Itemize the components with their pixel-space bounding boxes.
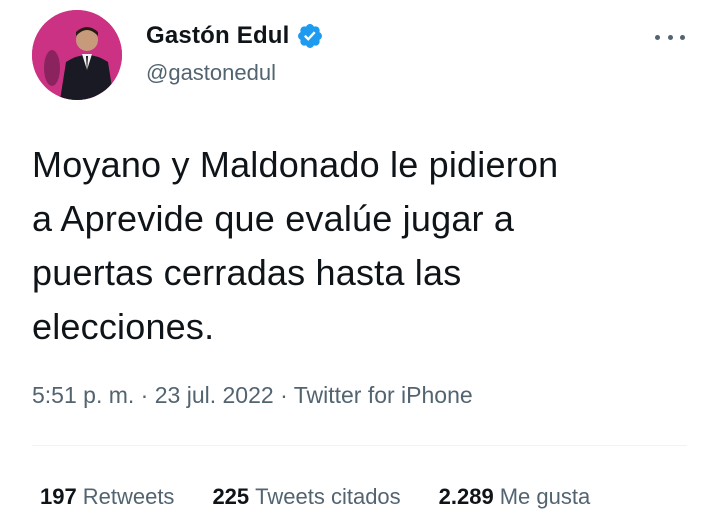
tweet-text: Moyano y Maldonado le pidieron a Aprevid… [32,144,559,347]
meta-separator: · [140,382,155,408]
tweet-meta: 5:51 p. m. · 23 jul. 2022 · Twitter for … [32,382,473,409]
tweet-card: Gastón Edul @gastonedul Moyano y Maldona… [0,0,719,530]
dot [655,34,660,40]
likes-stat[interactable]: 2.289 Me gusta [439,484,591,510]
likes-label: Me gusta [499,484,591,509]
dot [667,34,673,40]
retweets-stat[interactable]: 197 Retweets [40,484,174,510]
retweets-count: 197 [40,484,77,509]
divider [32,445,687,446]
quotes-count: 225 [212,484,250,509]
author-name-row[interactable]: Gastón Edul [146,20,324,52]
profile-photo [32,10,122,100]
author-handle[interactable]: @gastonedul [146,60,276,86]
tweet-date[interactable]: 23 jul. 2022 [155,382,274,408]
tweet-source[interactable]: Twitter for iPhone [294,382,473,408]
more-options-icon[interactable] [655,32,685,42]
verified-badge-icon [297,24,322,48]
meta-separator: · [280,382,294,408]
quotes-stat[interactable]: 225 Tweets citados [212,484,400,510]
dot [680,34,685,40]
likes-count: 2.289 [438,484,494,509]
quotes-label: Tweets citados [255,484,401,509]
avatar[interactable] [32,10,122,100]
author-name[interactable]: Gastón Edul [146,22,290,50]
tweet-time[interactable]: 5:51 p. m. [32,382,134,408]
retweets-label: Retweets [82,484,175,509]
tweet-stats: 197 Retweets 225 Tweets citados 2.289 Me… [40,484,590,510]
